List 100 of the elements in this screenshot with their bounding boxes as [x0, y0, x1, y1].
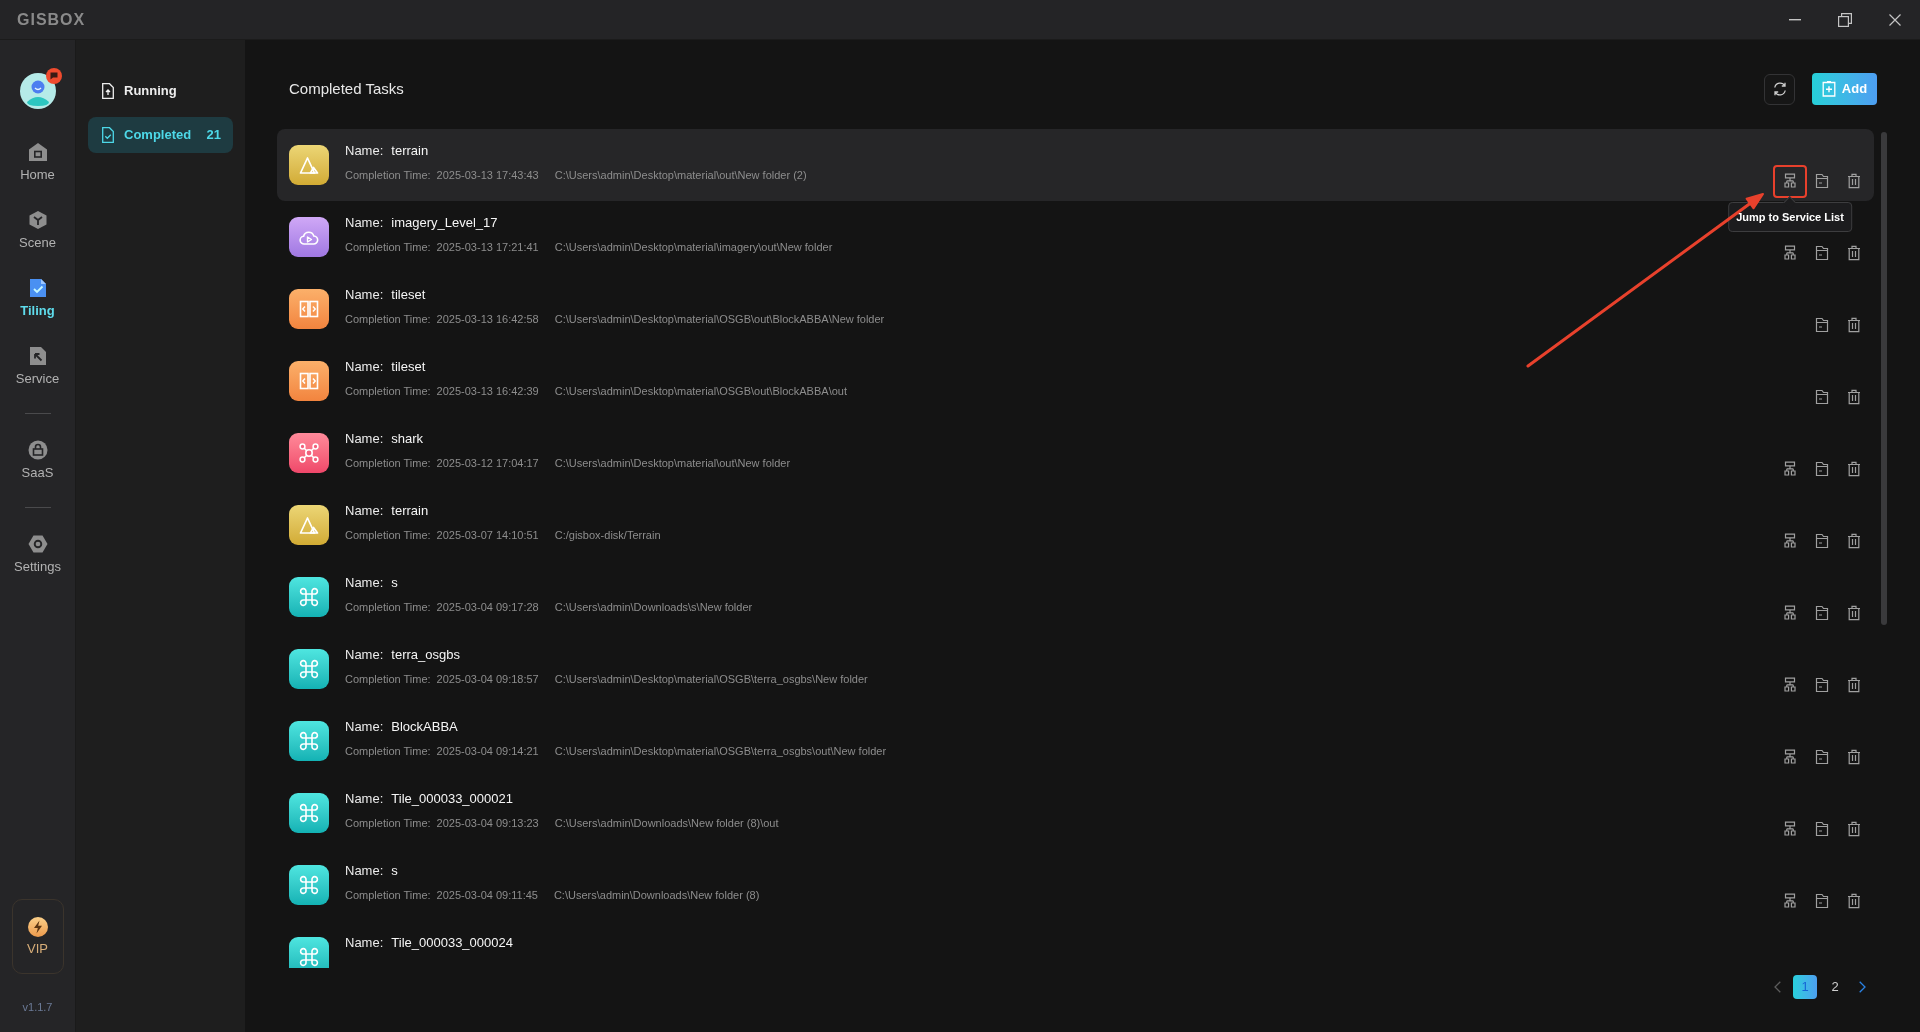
output-path: C:\Users\admin\Downloads\s\New folder: [554, 600, 753, 615]
vip-button[interactable]: VIP: [11, 899, 64, 974]
nav-item[interactable]: SaaS: [5, 440, 70, 481]
cloud-play-icon: [289, 217, 329, 257]
document-check-icon: [101, 127, 115, 143]
folder-icon: [1814, 893, 1830, 909]
task-name: Name: shark: [345, 430, 425, 448]
hierarchy-icon: [1782, 605, 1798, 621]
completion-time: Completion Time: 2025-03-04 09:17:28: [345, 600, 539, 615]
completion-time: Completion Time: 2025-03-13 17:43:43: [345, 168, 539, 183]
hierarchy-icon: [1782, 677, 1798, 693]
nav-item[interactable]: Home: [5, 142, 70, 183]
lock-icon: [27, 440, 48, 460]
folder-icon: [1814, 821, 1830, 837]
app-logo: GISBOX: [17, 9, 86, 30]
task-name: Name: terrain: [345, 502, 430, 520]
nodes-icon: [289, 433, 329, 473]
hierarchy-icon: [1782, 533, 1798, 549]
minimize-icon: [1789, 18, 1801, 21]
hierarchy-icon: [1782, 893, 1798, 909]
split-panels-icon: [289, 361, 329, 401]
close-icon: [1889, 13, 1901, 26]
hierarchy-icon: [1782, 173, 1798, 189]
task-name: Name: BlockABBA: [345, 718, 459, 736]
nav-item[interactable]: Settings: [5, 534, 70, 575]
scrollbar[interactable]: [1881, 132, 1887, 625]
document-upload-icon: [101, 83, 115, 99]
command-symbol-icon: [289, 577, 329, 617]
trash-icon: [1846, 245, 1862, 261]
folder-icon: [1814, 677, 1830, 693]
task-name: Name: tileset: [345, 286, 427, 304]
trash-icon: [1846, 605, 1862, 621]
page-button[interactable]: 2: [1823, 975, 1847, 999]
output-path: C:\Users\admin\Downloads\New folder (8): [553, 888, 760, 903]
completion-time: Completion Time: 2025-03-04 09:14:21: [345, 744, 539, 759]
chevron-right-icon: [1858, 981, 1866, 993]
folder-icon: [1814, 533, 1830, 549]
refresh-button[interactable]: [1764, 73, 1795, 105]
command-symbol-icon: [289, 721, 329, 761]
command-symbol-icon: [289, 865, 329, 905]
output-path: C:\Users\admin\Desktop\material\OSGB\terra_osgbs\out\New folder: [554, 744, 887, 759]
restore-icon: [1838, 12, 1852, 27]
folder-icon: [1814, 317, 1830, 333]
page-title: Completed Tasks: [289, 79, 404, 99]
output-path: C:\Users\admin\Desktop\material\OSGB\out\BlockABBA\out: [554, 384, 847, 399]
nav-item[interactable]: Scene: [5, 210, 70, 251]
document-plus-icon: [1821, 81, 1836, 97]
document-arrow-icon: [27, 346, 48, 366]
completion-time: Completion Time: 2025-03-13 17:21:41: [345, 240, 539, 255]
task-name: Name: terra_osgbs: [345, 646, 461, 664]
task-name: Name: Tile_000033_000024: [345, 934, 513, 952]
hierarchy-icon: [1782, 245, 1798, 261]
task-name: Name: imagery_Level_17: [345, 214, 499, 232]
completion-time: Completion Time: 2025-03-07 14:10:51: [345, 528, 539, 543]
trash-icon: [1846, 893, 1862, 909]
folder-icon: [1814, 605, 1830, 621]
lightning-icon: [27, 916, 48, 937]
task-name: Name: Tile_000033_000021: [345, 790, 514, 808]
sidebar-item[interactable]: Completed 21: [88, 117, 233, 153]
folder-icon: [1814, 389, 1830, 405]
trash-icon: [1846, 821, 1862, 837]
output-path: C:\Users\admin\Desktop\material\OSGB\terra_osgbs\New folder: [554, 672, 868, 687]
hierarchy-icon: [1782, 461, 1798, 477]
output-path: C:\Users\admin\Desktop\material\out\New folder: [554, 456, 791, 471]
folder-icon: [1814, 245, 1830, 261]
command-symbol-icon: [289, 937, 329, 968]
command-symbol-icon: [289, 649, 329, 689]
sidebar-item[interactable]: Running: [88, 73, 233, 109]
refresh-icon: [1771, 81, 1788, 97]
chevron-left-icon: [1773, 981, 1781, 993]
trash-icon: [1846, 173, 1862, 189]
trash-icon: [1846, 461, 1862, 477]
output-path: C:\Users\admin\Downloads\New folder (8)\out: [554, 816, 779, 831]
task-name: Name: tileset: [345, 358, 427, 376]
task-count: 21: [206, 126, 221, 145]
settings-icon: [27, 534, 48, 554]
trash-icon: [1846, 389, 1862, 405]
completion-time: Completion Time: 2025-03-12 17:04:17: [345, 456, 539, 471]
command-symbol-icon: [289, 793, 329, 833]
completion-time: Completion Time: 2025-03-04 09:11:45: [345, 888, 538, 903]
trash-icon: [1846, 317, 1862, 333]
mountain-icon: [289, 505, 329, 545]
mountain-icon: [289, 145, 329, 185]
output-path: C:\Users\admin\Desktop\material\OSGB\out\BlockABBA\New folder: [554, 312, 885, 327]
output-path: C:\Users\admin\Desktop\material\imagery\out\New folder: [554, 240, 833, 255]
task-name: Name: s: [345, 574, 399, 592]
output-path: C:\Users\admin\Desktop\material\out\New folder (2): [554, 168, 807, 183]
completion-time: Completion Time: 2025-03-04 09:13:23: [345, 816, 539, 831]
avatar-icon: [19, 73, 56, 109]
folder-icon: [1814, 173, 1830, 189]
hierarchy-icon: [1782, 821, 1798, 837]
trash-icon: [1846, 749, 1862, 765]
completion-time: Completion Time: 2025-03-13 16:42:58: [345, 312, 539, 327]
trash-icon: [1846, 677, 1862, 693]
completion-time: Completion Time: 2025-03-13 16:42:39: [345, 384, 539, 399]
trash-icon: [1846, 533, 1862, 549]
nav-item[interactable]: Tiling: [5, 278, 70, 319]
nav-item[interactable]: Service: [5, 346, 70, 387]
house-icon: [27, 142, 48, 162]
hierarchy-icon: [1782, 749, 1798, 765]
